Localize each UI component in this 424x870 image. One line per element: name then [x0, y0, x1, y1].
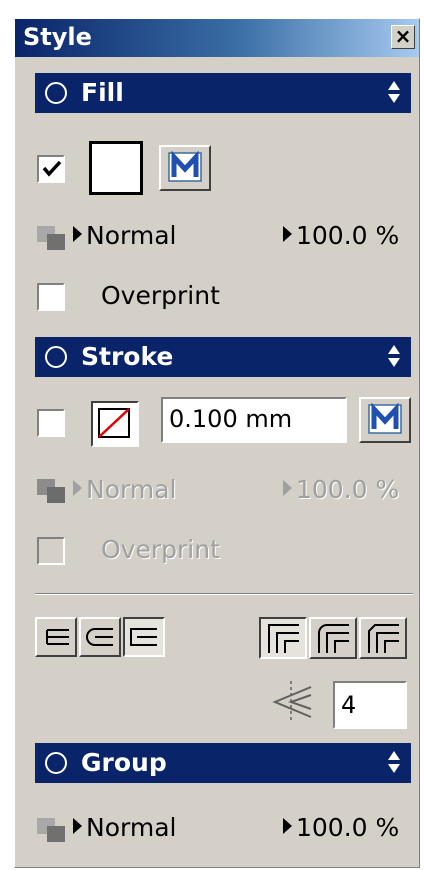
blend-mode-icon	[37, 818, 65, 842]
stroke-enable-checkbox[interactable]	[37, 409, 65, 437]
no-color-icon	[98, 408, 130, 438]
fill-blend-mode-dropdown[interactable]: Normal	[73, 221, 176, 250]
window-title: Style	[23, 23, 92, 51]
group-section-header[interactable]: Group	[35, 743, 411, 783]
miter-limit-input[interactable]: 4	[333, 681, 407, 729]
stroke-overprint-checkbox[interactable]	[37, 537, 65, 565]
stroke-opacity-value: 100.0 %	[296, 475, 400, 504]
fill-section-header[interactable]: Fill	[35, 73, 411, 113]
round-join-icon	[318, 624, 349, 653]
stroke-width-input[interactable]: 0.100 mm	[161, 397, 347, 443]
fill-opacity-value: 100.0 %	[296, 221, 400, 250]
m-icon	[368, 402, 402, 434]
stroke-color-model-button[interactable]	[359, 397, 411, 443]
fill-header-label: Fill	[81, 78, 124, 107]
miter-limit-icon	[272, 681, 312, 723]
group-opacity-dropdown[interactable]: 100.0 %	[283, 813, 399, 842]
stroke-blend-mode-value: Normal	[86, 475, 177, 504]
m-icon	[168, 150, 202, 182]
miter-join-icon	[268, 624, 299, 653]
close-icon: ×	[394, 24, 412, 48]
updown-arrow-icon[interactable]	[387, 79, 401, 105]
group-header-label: Group	[81, 748, 167, 777]
group-blend-mode-dropdown[interactable]: Normal	[73, 813, 176, 842]
fill-enable-checkbox[interactable]	[37, 155, 65, 183]
butt-cap-button[interactable]	[35, 617, 77, 657]
checkmark-icon	[42, 160, 62, 177]
round-cap-icon	[86, 628, 113, 646]
stroke-radio-icon[interactable]	[45, 346, 67, 368]
divider	[35, 593, 413, 595]
updown-arrow-icon[interactable]	[387, 343, 401, 369]
group-blend-mode-value: Normal	[86, 813, 177, 842]
style-panel: Style × Fill Normal 100.0 % Overprint St…	[14, 18, 420, 868]
group-opacity-value: 100.0 %	[296, 813, 400, 842]
stroke-blend-mode-dropdown[interactable]: Normal	[73, 475, 176, 504]
fill-blend-mode-value: Normal	[86, 221, 177, 250]
square-cap-button[interactable]	[123, 617, 165, 657]
updown-arrow-icon[interactable]	[387, 749, 401, 775]
round-cap-button[interactable]	[79, 617, 121, 657]
blend-mode-icon	[37, 479, 65, 503]
square-cap-icon	[130, 628, 157, 646]
bevel-join-icon	[368, 624, 399, 653]
stroke-opacity-dropdown[interactable]: 100.0 %	[283, 475, 399, 504]
fill-color-model-button[interactable]	[159, 145, 211, 191]
fill-radio-icon[interactable]	[45, 82, 67, 104]
close-button[interactable]: ×	[391, 25, 415, 49]
fill-opacity-dropdown[interactable]: 100.0 %	[283, 221, 399, 250]
group-radio-icon[interactable]	[45, 752, 67, 774]
blend-mode-icon	[37, 226, 65, 250]
stroke-color-swatch[interactable]	[91, 401, 139, 447]
stroke-overprint-label: Overprint	[101, 535, 220, 564]
round-join-button[interactable]	[309, 617, 357, 659]
fill-overprint-checkbox[interactable]	[37, 283, 65, 311]
fill-color-swatch[interactable]	[89, 141, 143, 195]
miter-join-button[interactable]	[259, 617, 307, 659]
title-bar[interactable]: Style ×	[15, 19, 419, 57]
bevel-join-button[interactable]	[359, 617, 407, 659]
stroke-header-label: Stroke	[81, 342, 174, 371]
stroke-section-header[interactable]: Stroke	[35, 337, 411, 377]
butt-cap-icon	[46, 629, 69, 645]
fill-overprint-label: Overprint	[101, 281, 220, 310]
